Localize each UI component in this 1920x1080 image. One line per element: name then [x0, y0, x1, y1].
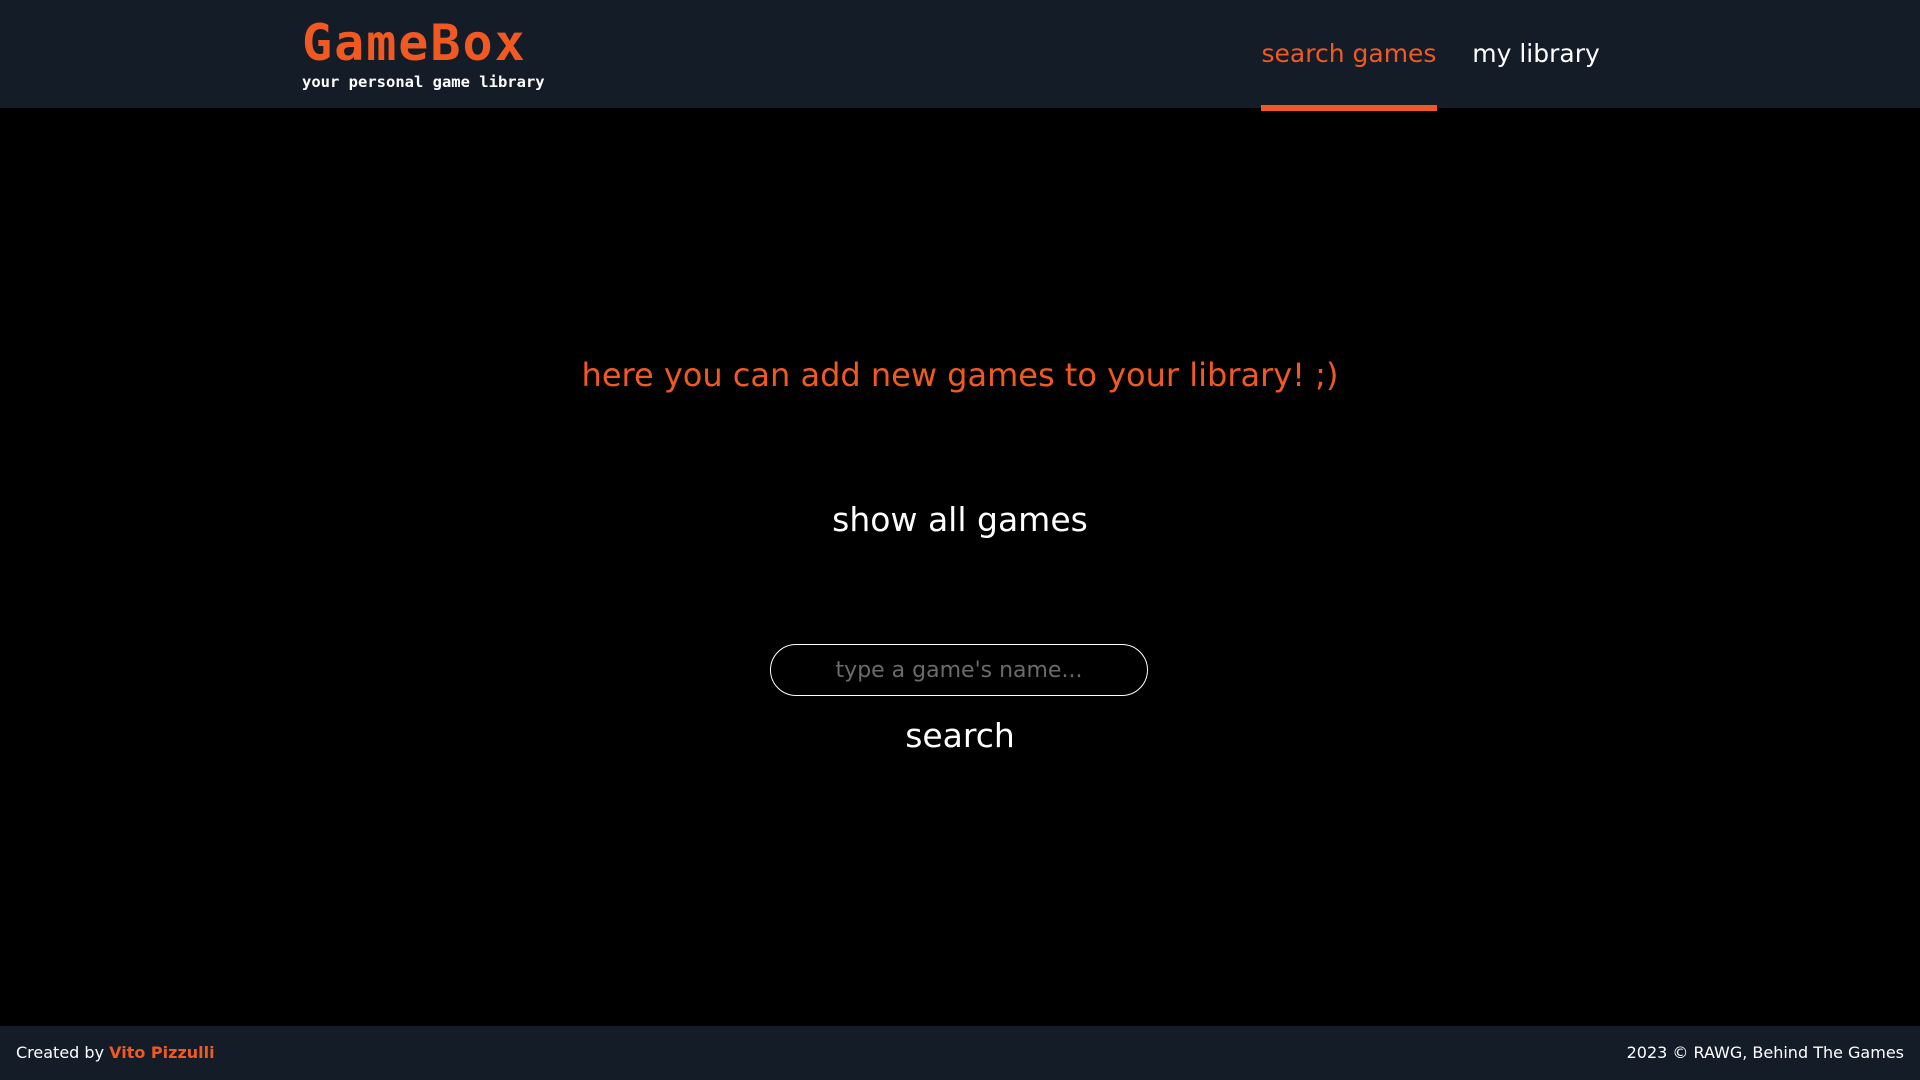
footer: Created by Vito Pizzulli 2023 © RAWG, Be…: [0, 1026, 1920, 1080]
footer-copyright: 2023 © RAWG, Behind The Games: [1626, 1043, 1904, 1062]
nav-search-games[interactable]: search games: [1261, 0, 1437, 108]
logo-title: GameBox: [302, 14, 527, 72]
game-search-input[interactable]: [770, 644, 1148, 696]
header: GameBox your personal game library searc…: [0, 0, 1920, 111]
logo-subtitle: your personal game library: [302, 73, 545, 91]
page-tagline: here you can add new games to your libra…: [581, 356, 1339, 394]
show-all-games-row: show all games: [0, 500, 1920, 539]
search-button-row: search: [0, 716, 1920, 755]
active-tab-indicator: [1261, 105, 1437, 111]
nav-my-library[interactable]: my library: [1465, 0, 1607, 108]
search-button[interactable]: search: [905, 716, 1015, 755]
author-link[interactable]: Vito Pizzulli: [109, 1043, 214, 1062]
created-by-label: Created by: [16, 1043, 105, 1062]
logo[interactable]: GameBox your personal game library: [302, 14, 545, 92]
show-all-games-button[interactable]: show all games: [832, 500, 1088, 539]
footer-credits: Created by Vito Pizzulli: [16, 1026, 215, 1080]
